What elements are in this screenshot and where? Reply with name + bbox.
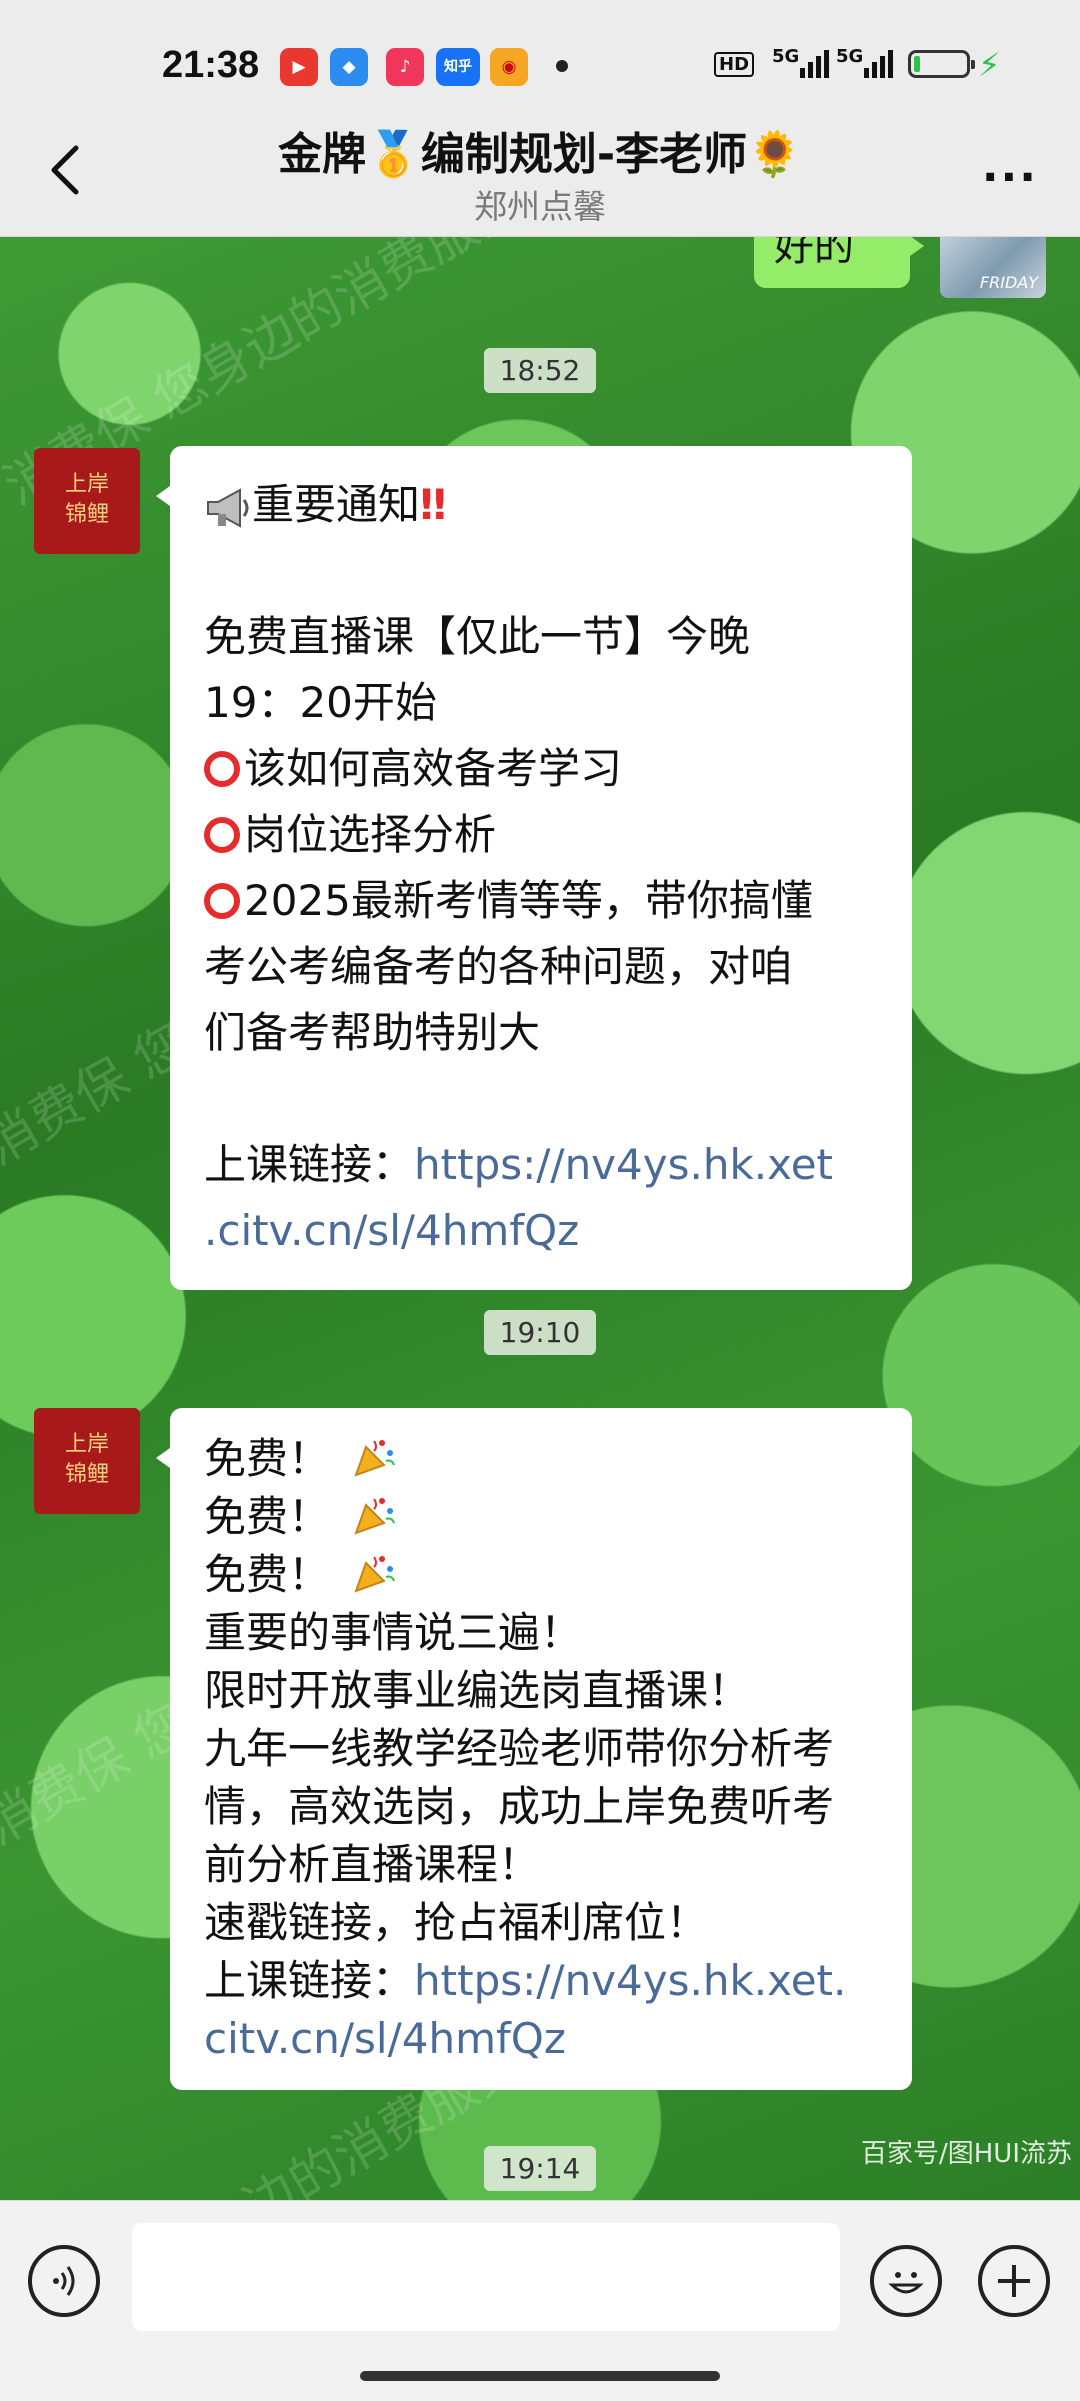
message-line: 上课链接：https://nv4ys.hk.xet.: [204, 1952, 878, 2010]
received-message-bubble[interactable]: 免费！ 免费！ 免费！ 重要的事情说三遍！ 限时开放事业编选岗直播课！ 九年一线…: [156, 1408, 912, 2090]
message-text: 免费！: [204, 1492, 331, 1541]
message-line: 岗位选择分析: [204, 802, 878, 868]
double-exclamation-icon: ‼: [420, 480, 447, 529]
timestamp: 18:52: [0, 348, 1080, 393]
signal-strength-icon-2: [864, 48, 893, 78]
more-notifications-icon: [556, 60, 568, 72]
hd-icon: HD: [714, 52, 755, 77]
zhihu-app-icon: 知乎: [436, 48, 480, 86]
emoji-icon: [888, 2272, 924, 2294]
video-app-icon: ▶: [280, 48, 318, 86]
message-app-icon: ◆: [330, 48, 368, 86]
chat-title: 金牌🥇编制规划-李老师🌻: [278, 129, 802, 180]
link-label: 上课链接：: [204, 1140, 415, 1189]
weibo-app-icon: ◉: [490, 48, 528, 86]
avatar-caption: FRIDAY: [979, 273, 1038, 292]
party-popper-icon: [354, 1556, 395, 1593]
course-link[interactable]: citv.cn/sl/4hmfQz: [204, 2010, 878, 2068]
avatar-line: 锦鲤: [64, 1462, 109, 1487]
message-line: 速戳链接，抢占福利席位！: [204, 1898, 709, 1947]
chat-area[interactable]: 消费保 您身边的消费服务管家 消费保 您身边的消费服务管家 消费保 您身边的消费…: [0, 236, 1080, 2200]
battery-icon: [908, 50, 975, 78]
message-line: 19：20开始: [204, 678, 437, 727]
network-type-1: 5G: [772, 46, 800, 67]
message-line: 限时开放事业编选岗直播课！: [204, 1666, 751, 1715]
timestamp: 19:10: [0, 1310, 1080, 1355]
message-line: 2025最新考情等等，带你搞懂: [204, 868, 878, 934]
status-time: 21:38: [162, 44, 260, 86]
course-link[interactable]: .citv.cn/sl/4hmfQz: [204, 1198, 878, 1264]
timestamp-text: 19:14: [483, 2146, 597, 2191]
course-link[interactable]: https://nv4ys.hk.xet.: [414, 1956, 846, 2005]
avatar-line: 上岸: [64, 1432, 109, 1457]
message-line: 上课链接：https://nv4ys.hk.xet: [204, 1132, 878, 1198]
message-line: 们备考帮助特别大: [204, 1008, 541, 1057]
message-text: 免费！: [204, 1550, 331, 1599]
sent-message-bubble[interactable]: 好的: [754, 236, 924, 288]
megaphone-icon: [207, 487, 249, 528]
link-label: 上课链接：: [204, 1956, 415, 2005]
message-line: 情，高效选岗，成功上岸免费听考: [204, 1782, 835, 1831]
message-input[interactable]: [132, 2223, 840, 2331]
message-line: 免费！: [204, 1546, 878, 1604]
red-circle-icon: [204, 883, 240, 919]
charging-icon: ⚡: [978, 46, 1001, 84]
message-text: 该如何高效备考学习: [244, 744, 623, 793]
emoji-button[interactable]: [870, 2245, 942, 2317]
message-line: 前分析直播课程！: [204, 1840, 541, 1889]
red-circle-icon: [204, 817, 240, 853]
message-line: 免费直播课【仅此一节】今晚: [204, 612, 751, 661]
contact-avatar[interactable]: 上岸 锦鲤: [34, 448, 140, 554]
timestamp-text: 19:10: [483, 1310, 597, 1355]
message-text: 2025最新考情等等，带你搞懂: [244, 876, 813, 925]
chat-header: 金牌🥇编制规划-李老师🌻 郑州点馨 ···: [0, 110, 1080, 237]
message-line: 该如何高效备考学习: [204, 736, 878, 802]
party-popper-icon: [354, 1440, 395, 1477]
avatar-line: 锦鲤: [64, 502, 109, 527]
message-line: 重要的事情说三遍！: [204, 1608, 583, 1657]
message-line: 九年一线教学经验老师带你分析考: [204, 1724, 835, 1773]
message-line: 免费！: [204, 1430, 878, 1488]
voice-input-button[interactable]: [28, 2245, 100, 2317]
avatar-line: 上岸: [64, 472, 109, 497]
message-text: 岗位选择分析: [244, 810, 497, 859]
red-circle-icon: [204, 751, 240, 787]
more-options-button[interactable]: ···: [982, 152, 1038, 203]
image-credit: 百家号/图HUI流苏: [860, 2139, 1072, 2169]
home-indicator[interactable]: [360, 2371, 720, 2381]
contact-avatar[interactable]: 上岸 锦鲤: [34, 1408, 140, 1514]
input-bar: [0, 2200, 1080, 2401]
party-popper-icon: [354, 1498, 395, 1535]
my-avatar[interactable]: FRIDAY: [940, 236, 1046, 298]
plus-icon: [998, 2265, 1030, 2297]
voice-icon: [53, 2266, 75, 2296]
message-text: 重要通知: [252, 480, 421, 529]
message-line: 免费！: [204, 1488, 878, 1546]
more-functions-button[interactable]: [978, 2245, 1050, 2317]
message-line: 重要通知‼: [204, 472, 878, 538]
network-type-2: 5G: [836, 46, 864, 67]
message-text: 免费！: [204, 1434, 331, 1483]
music-app-icon: ♪: [386, 48, 424, 86]
course-link[interactable]: https://nv4ys.hk.xet: [414, 1140, 833, 1189]
message-line: 考公考编备考的各种问题，对咱: [204, 942, 793, 991]
timestamp-text: 18:52: [483, 348, 597, 393]
received-message-bubble[interactable]: 重要通知‼ 免费直播课【仅此一节】今晚 19：20开始 该如何高效备考学习 岗位…: [156, 446, 912, 1290]
chat-subtitle: 郑州点馨: [474, 187, 606, 226]
signal-strength-icon: [800, 48, 829, 78]
